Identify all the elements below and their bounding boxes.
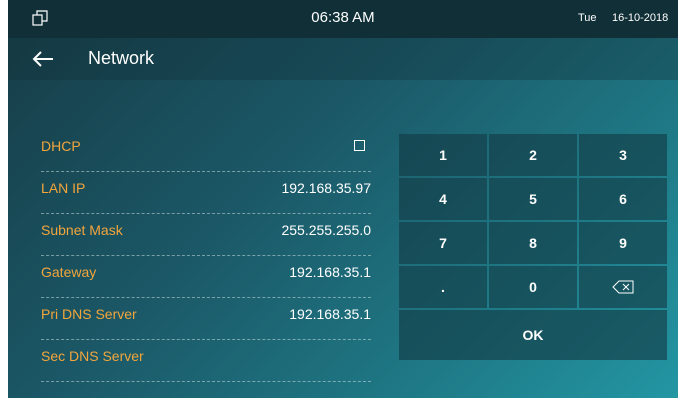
key-0[interactable]: 0 (489, 266, 577, 308)
status-day: Tue (578, 12, 597, 24)
key-6[interactable]: 6 (579, 178, 667, 220)
lan-ip-label: LAN IP (41, 180, 86, 196)
pri-dns-row[interactable]: Pri DNS Server 192.168.35.1 (41, 302, 371, 344)
key-5[interactable]: 5 (489, 178, 577, 220)
row-divider (41, 381, 371, 382)
backspace-icon (612, 280, 634, 294)
subnet-mask-field[interactable]: 255.255.255.0 (281, 222, 371, 238)
dhcp-checkbox[interactable] (354, 140, 365, 151)
sec-dns-row[interactable]: Sec DNS Server (41, 344, 371, 386)
dhcp-label: DHCP (41, 138, 81, 154)
key-9[interactable]: 9 (579, 222, 667, 264)
key-4[interactable]: 4 (399, 178, 487, 220)
row-divider (41, 255, 371, 256)
subnet-mask-label: Subnet Mask (41, 222, 123, 238)
key-2[interactable]: 2 (489, 134, 577, 176)
gateway-label: Gateway (41, 264, 97, 280)
pri-dns-label: Pri DNS Server (41, 306, 137, 322)
ok-button[interactable]: OK (399, 310, 667, 360)
status-date: 16-10-2018 (612, 12, 669, 24)
row-divider (41, 171, 371, 172)
dhcp-row[interactable]: DHCP (41, 134, 371, 176)
gateway-row[interactable]: Gateway 192.168.35.1 (41, 260, 371, 302)
key-7[interactable]: 7 (399, 222, 487, 264)
gateway-field[interactable]: 192.168.35.1 (289, 264, 371, 280)
title-bar: Network (8, 38, 678, 80)
lan-ip-field[interactable]: 192.168.35.97 (281, 180, 371, 196)
key-3[interactable]: 3 (579, 134, 667, 176)
backspace-key[interactable] (579, 266, 667, 308)
network-form: DHCP LAN IP 192.168.35.97 Subnet Mask 25… (41, 134, 371, 386)
subnet-mask-row[interactable]: Subnet Mask 255.255.255.0 (41, 218, 371, 260)
sec-dns-label: Sec DNS Server (41, 348, 144, 364)
key-8[interactable]: 8 (489, 222, 577, 264)
row-divider (41, 297, 371, 298)
back-arrow-icon[interactable] (32, 50, 54, 68)
row-divider (41, 339, 371, 340)
row-divider (41, 213, 371, 214)
status-bar: 06:38 AM Tue 16-10-2018 (8, 0, 678, 38)
key-1[interactable]: 1 (399, 134, 487, 176)
pri-dns-field[interactable]: 192.168.35.1 (289, 306, 371, 322)
page-title: Network (88, 48, 155, 68)
key-dot[interactable]: . (399, 266, 487, 308)
numeric-keypad: 1 2 3 4 5 6 7 8 9 . 0 OK (399, 134, 667, 360)
device-screen: 06:38 AM Tue 16-10-2018 Network DHCP LAN… (8, 0, 678, 398)
lan-ip-row[interactable]: LAN IP 192.168.35.97 (41, 176, 371, 218)
